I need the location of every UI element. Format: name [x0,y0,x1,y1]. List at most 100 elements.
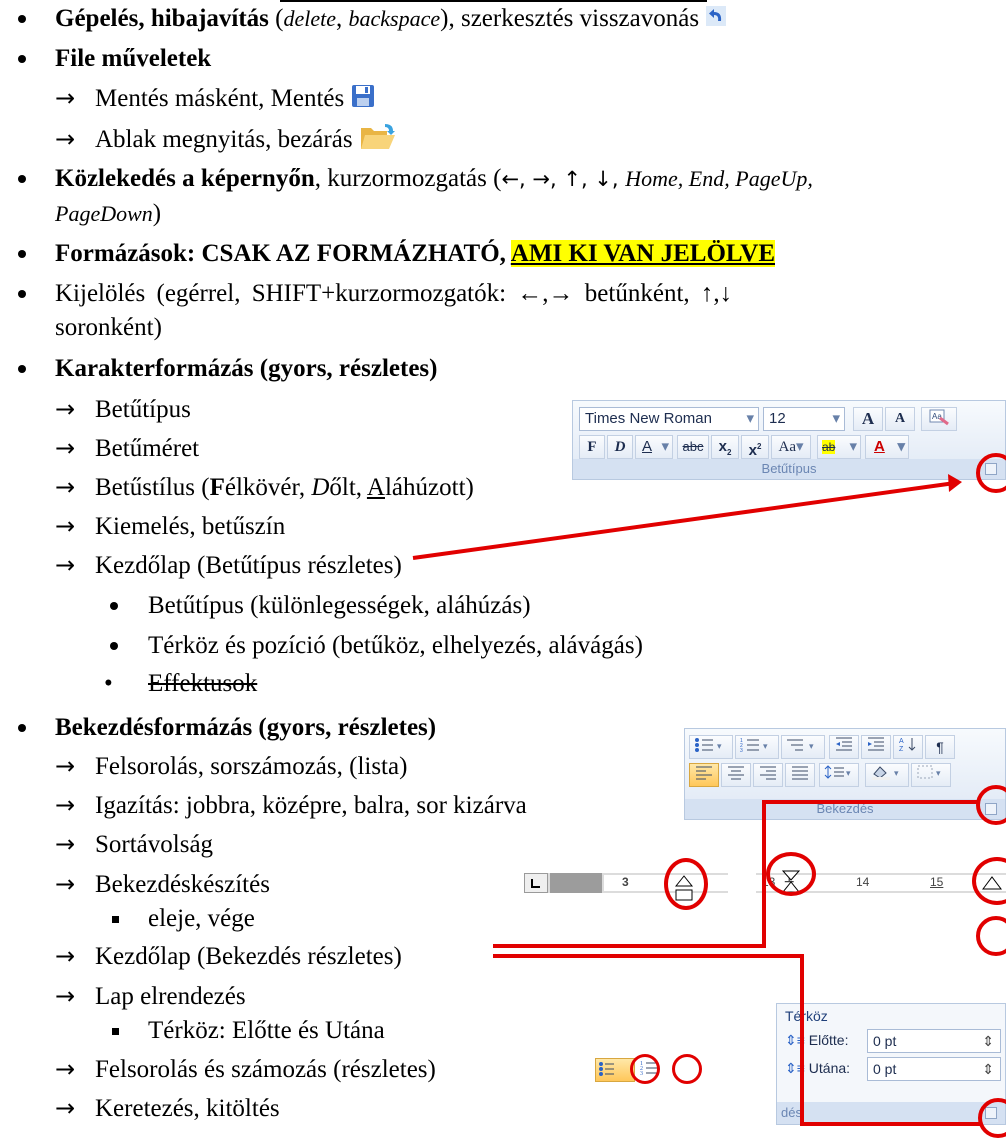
line-begin-end: eleje, vége [148,905,255,932]
line-spacing-position: Térköz és pozíció (betűköz, elhelyezés, … [148,632,643,659]
arrow-right-icon: → [55,84,76,112]
line-spacing-button[interactable]: ▾ [819,763,859,787]
spacing-title: Térköz [785,1008,828,1024]
shading-button[interactable]: ▾ [865,763,909,787]
decrease-indent-icon [836,737,852,751]
svg-text:3: 3 [740,748,743,754]
annotation-circle [766,852,816,896]
svg-text:▾: ▾ [809,741,814,751]
bullet [18,290,26,298]
line-open: → Ablak megnyitás, bezárás [55,122,397,161]
pilcrow-icon: ¶ [936,739,944,755]
font-ribbon-panel: Times New Roman ▾ 12 ▾ A A Aa F D A ▾ abc x… [572,400,1006,480]
line-font-special: Betűtípus (különlegességek, aláhúzás) [148,592,531,619]
change-case-button[interactable]: Aa▾ [771,435,811,459]
highlighted-text: AMI KI VAN JELÖLVE [510,240,775,267]
strikethrough-button[interactable]: abc [677,435,709,459]
spacing-group-label: dés [777,1102,1005,1124]
character-formatting-title: Karakterformázás (gyors, részletes) [55,355,438,382]
line-typing: Gépelés, hibajavítás (delete, backspace)… [55,3,727,36]
bullets-icon: ▾ [695,738,722,752]
bullet [18,15,26,23]
annotation-line [800,954,804,1126]
bullet [110,602,118,610]
ruler-number: 15 [930,875,944,889]
typing-title: Gépelés, hibajavítás [55,5,269,32]
borders-button[interactable]: ▾ [911,763,951,787]
spinner-icon[interactable]: ⇕ [982,1058,994,1080]
annotation-line [493,944,763,948]
shrink-font-button[interactable]: A [885,407,915,431]
font-size-combo[interactable]: 12 ▾ [763,407,845,431]
svg-text:A: A [899,738,904,745]
bullets-dropdown-button[interactable] [595,1058,635,1082]
line-font: → Betűtípus [55,395,191,423]
open-folder-icon [359,122,397,161]
annotation-line [762,800,766,948]
annotation-circle [972,857,1006,905]
sort-button[interactable]: AZ [893,735,923,759]
superscript-button[interactable]: x2 [741,435,769,459]
bullets-button[interactable]: ▾ [689,735,733,759]
line-spacing-icon: ▾ [824,765,851,779]
clear-format-button[interactable]: Aa [921,407,957,431]
align-right-button[interactable] [753,763,783,787]
bullet [110,642,118,650]
highlight-button[interactable]: ab ▾ [817,435,861,459]
line-borders-shading: → Keretezés, kitöltés [55,1094,280,1122]
bullet [18,175,26,183]
paragraph-ribbon-panel: ▾ 1 2 3 ▾ ▾ AZ ¶ ▾ ▾ ▾ Bekezdés [684,728,1006,820]
dropdown-arrow-icon: ▾ [746,410,754,427]
align-center-button[interactable] [721,763,751,787]
line-highlight: → Kiemelés, betűszín [55,512,286,540]
annotation-circle [976,453,1006,493]
numbering-button[interactable]: 1 2 3 ▾ [735,735,779,759]
underline-button[interactable]: A ▾ [635,435,673,459]
bold-button[interactable]: F [579,435,605,459]
italic-button[interactable]: D [607,435,633,459]
font-color-button[interactable]: A ▾ [865,435,909,459]
annotation-circle [978,1098,1006,1138]
spacing-after-row: ⇕≡ Utána: [785,1060,851,1076]
spacing-after-field[interactable]: 0 pt ⇕ [867,1057,1001,1081]
decrease-indent-button[interactable] [829,735,859,759]
bullet [18,365,26,373]
line-bullets-numbering: → Felsorolás és számozás (részletes) [55,1055,436,1083]
line-home-paragraph: → Kezdőlap (Bekezdés részletes) [55,942,402,970]
spinner-icon[interactable]: ⇕ [982,1030,994,1052]
borders-icon: ▾ [917,765,941,779]
line-font-style: → Betűstílus (Félkövér, Dőlt, Aláhúzott) [55,473,474,501]
align-left-button[interactable] [689,763,719,787]
svg-text:▾: ▾ [894,768,899,778]
ruler-margin [550,873,602,893]
spacing-before-field[interactable]: 0 pt ⇕ [867,1029,1001,1053]
save-icon [351,84,375,117]
justify-button[interactable] [785,763,815,787]
square-bullet [112,916,119,923]
arrow-right-icon: → [55,125,76,154]
bullet [18,250,26,258]
undo-icon [705,4,727,36]
bullet [18,724,26,732]
line-indent: → Bekezdéskészítés [55,870,270,898]
font-name-combo[interactable]: Times New Roman ▾ [579,407,759,431]
bullet [18,55,26,63]
clear-format-icon: Aa [929,409,949,426]
show-marks-button[interactable]: ¶ [925,735,955,759]
multilevel-list-button[interactable]: ▾ [781,735,825,759]
line-effects: • Effektusok [104,670,258,697]
justify-icon [792,766,808,780]
align-left-icon [696,766,712,780]
line-selection-cont: soronként) [55,314,162,341]
ruler-number: 3 [622,875,629,889]
annotation-circle [672,1054,702,1084]
increase-indent-button[interactable] [861,735,891,759]
shading-icon: ▾ [872,766,899,780]
ruler-number: 14 [856,875,870,889]
svg-text:▾: ▾ [846,768,851,778]
tab-selector[interactable] [524,873,548,893]
grow-font-button[interactable]: A [853,407,883,431]
subscript-button[interactable]: x2 [711,435,739,459]
svg-text:▾: ▾ [717,741,722,751]
line-font-size: → Betűméret [55,434,200,462]
